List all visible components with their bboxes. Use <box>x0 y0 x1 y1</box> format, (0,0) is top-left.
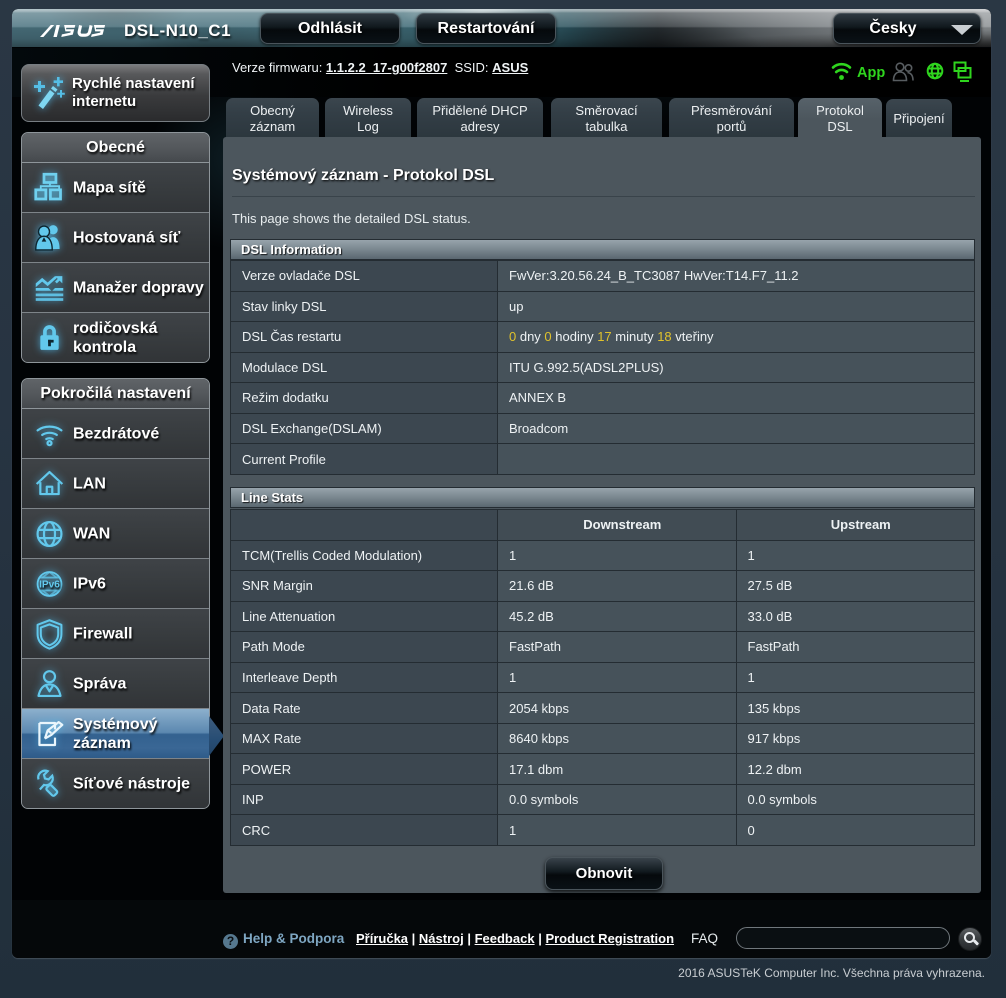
svg-text:App: App <box>857 65 885 81</box>
svg-text:IPv6: IPv6 <box>39 579 60 590</box>
